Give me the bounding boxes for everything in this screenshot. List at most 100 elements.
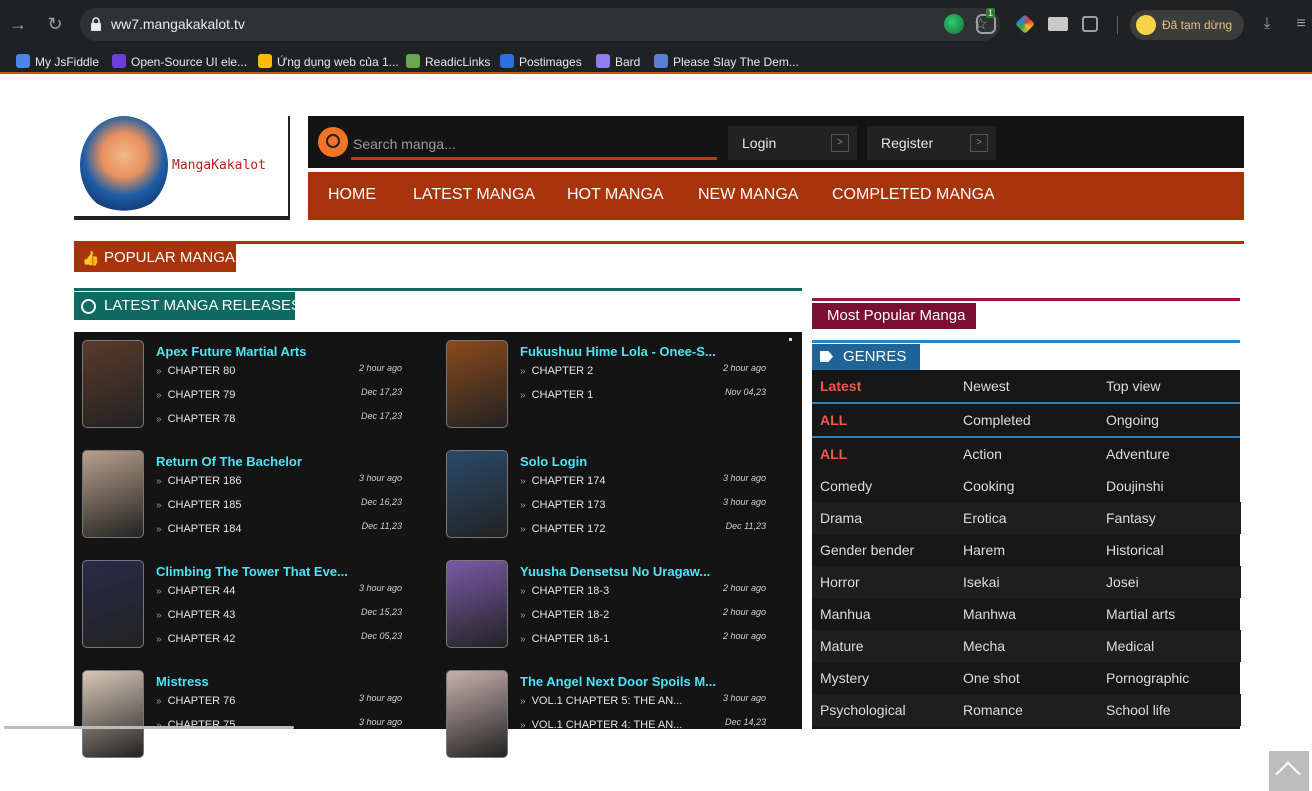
chapter-link[interactable]: » CHAPTER 80 — [156, 365, 235, 377]
chapter-link[interactable]: » VOL.1 CHAPTER 4: THE AN... — [520, 719, 682, 731]
genre-link[interactable]: Action — [955, 438, 1098, 470]
genre-link[interactable]: Drama — [812, 502, 955, 534]
color-picker-extension-icon[interactable] — [1015, 14, 1035, 34]
profile-button[interactable]: Đã tạm dừng — [1130, 10, 1244, 40]
manga-cover-thumbnail[interactable] — [82, 340, 144, 428]
manga-title-link[interactable]: Apex Future Martial Arts — [156, 344, 431, 359]
genre-link[interactable]: Historical — [1098, 534, 1241, 566]
nav-home[interactable]: HOME — [328, 186, 376, 204]
image-extension-icon[interactable] — [1048, 17, 1068, 31]
chapter-link[interactable]: » CHAPTER 18-1 — [520, 633, 609, 645]
chapter-link[interactable]: » CHAPTER 186 — [156, 475, 242, 487]
site-logo[interactable]: MangaKakalot — [74, 116, 290, 220]
shield-extension-icon[interactable]: 1 — [976, 8, 996, 34]
genre-link[interactable]: Manhwa — [955, 598, 1098, 630]
genre-link[interactable]: ALL — [812, 404, 955, 436]
genre-link[interactable]: Adventure — [1098, 438, 1241, 470]
genre-link[interactable]: Fantasy — [1098, 502, 1241, 534]
chapter-link[interactable]: » CHAPTER 1 — [520, 389, 593, 401]
chapter-link[interactable]: » CHAPTER 79 — [156, 389, 235, 401]
reload-icon[interactable]: ↻ — [43, 12, 67, 36]
manga-title-link[interactable]: Climbing The Tower That Eve... — [156, 564, 431, 579]
genre-link[interactable]: Medical — [1098, 630, 1241, 662]
genre-link[interactable]: One shot — [955, 662, 1098, 694]
genre-link[interactable]: Ongoing — [1098, 404, 1241, 436]
genre-link[interactable]: Doujinshi — [1098, 470, 1241, 502]
manga-cover-thumbnail[interactable] — [446, 340, 508, 428]
download-icon[interactable]: ⤓ — [1255, 12, 1279, 36]
chapter-link[interactable]: » CHAPTER 173 — [520, 499, 606, 511]
manga-cover-thumbnail[interactable] — [446, 670, 508, 758]
chapter-link[interactable]: » CHAPTER 185 — [156, 499, 242, 511]
genre-link[interactable]: Newest — [955, 370, 1098, 402]
genre-link[interactable]: Top view — [1098, 370, 1241, 402]
extensions-puzzle-icon[interactable] — [1082, 16, 1098, 32]
genre-link[interactable]: Josei — [1098, 566, 1241, 598]
genre-link[interactable]: Cooking — [955, 470, 1098, 502]
manga-cover-thumbnail[interactable] — [446, 450, 508, 538]
chapter-link[interactable]: » CHAPTER 18-3 — [520, 585, 609, 597]
register-button[interactable]: Register > — [867, 126, 996, 160]
chapter-link[interactable]: » CHAPTER 43 — [156, 609, 235, 621]
genre-link[interactable]: Manhua — [812, 598, 955, 630]
manga-title-link[interactable]: Yuusha Densetsu No Uragaw... — [520, 564, 795, 579]
chapter-link[interactable]: » CHAPTER 42 — [156, 633, 235, 645]
chapter-link[interactable]: » CHAPTER 78 — [156, 413, 235, 425]
bookmark-item[interactable]: My JsFiddle — [16, 54, 99, 69]
manga-cover-thumbnail[interactable] — [82, 670, 144, 758]
address-bar[interactable]: ww7.mangakakalot.tv ☆ — [80, 8, 1000, 41]
genre-link[interactable]: Gender bender — [812, 534, 955, 566]
scroll-to-top-button[interactable] — [1269, 751, 1309, 791]
genre-link[interactable]: Isekai — [955, 566, 1098, 598]
manga-title-link[interactable]: The Angel Next Door Spoils M... — [520, 674, 795, 689]
chapter-link[interactable]: » CHAPTER 76 — [156, 695, 235, 707]
genre-link[interactable]: Psychological — [812, 694, 955, 726]
genre-link[interactable]: Pornographic — [1098, 662, 1241, 694]
chapter-link[interactable]: » CHAPTER 184 — [156, 523, 242, 535]
dark-mode-extension-icon[interactable] — [944, 14, 964, 34]
search-icon[interactable] — [318, 127, 348, 157]
genre-link[interactable]: ALL — [812, 438, 955, 470]
genre-link[interactable]: Mystery — [812, 662, 955, 694]
genre-link[interactable]: Martial arts — [1098, 598, 1241, 630]
genre-link[interactable]: Horror — [812, 566, 955, 598]
bookmark-item[interactable]: ReadicLinks — [406, 54, 490, 69]
manga-cover-thumbnail[interactable] — [446, 560, 508, 648]
bookmark-item[interactable]: Postimages — [500, 54, 582, 69]
chapter-link[interactable]: »CHAPTER 75 — [156, 719, 235, 731]
manga-title-link[interactable]: Mistress — [156, 674, 431, 689]
menu-icon[interactable]: ≡ — [1289, 12, 1312, 36]
forward-icon[interactable]: → — [6, 12, 30, 36]
manga-cover-thumbnail[interactable] — [82, 560, 144, 648]
chapter-link[interactable]: » CHAPTER 172 — [520, 523, 606, 535]
bookmark-item[interactable]: Open-Source UI ele... — [112, 54, 247, 69]
nav-new-manga[interactable]: NEW MANGA — [698, 186, 798, 204]
genre-link[interactable]: Completed — [955, 404, 1098, 436]
chapter-link[interactable]: » CHAPTER 2 — [520, 365, 593, 377]
genre-link[interactable]: Harem — [955, 534, 1098, 566]
manga-cover-thumbnail[interactable] — [82, 450, 144, 538]
genre-link[interactable]: Mature — [812, 630, 955, 662]
login-button[interactable]: Login > — [728, 126, 857, 160]
genre-link[interactable]: Comedy — [812, 470, 955, 502]
bookmark-item[interactable]: Please Slay The Dem... — [654, 54, 799, 69]
chapter-link[interactable]: » CHAPTER 18-2 — [520, 609, 609, 621]
manga-title-link[interactable]: Fukushuu Hime Lola - Onee-S... — [520, 344, 795, 359]
search-input[interactable] — [351, 130, 717, 160]
chapter-link[interactable]: » VOL.1 CHAPTER 5: THE AN... — [520, 695, 682, 707]
manga-title-link[interactable]: Return Of The Bachelor — [156, 454, 431, 469]
genre-link[interactable]: Latest — [812, 370, 955, 402]
nav-hot-manga[interactable]: HOT MANGA — [567, 186, 664, 204]
genre-link[interactable]: Romance — [955, 694, 1098, 726]
bookmark-item[interactable]: Bard — [596, 54, 640, 69]
genre-link[interactable]: School life — [1098, 694, 1241, 726]
manga-title-link[interactable]: Solo Login — [520, 454, 795, 469]
genre-link[interactable]: Mecha — [955, 630, 1098, 662]
nav-completed-manga[interactable]: COMPLETED MANGA — [832, 186, 995, 204]
bookmark-item[interactable]: Ứng dụng web của 1... — [258, 54, 399, 69]
nav-latest-manga[interactable]: LATEST MANGA — [413, 186, 535, 204]
most-popular-label: Most Popular Manga — [827, 307, 966, 324]
chapter-link[interactable]: » CHAPTER 174 — [520, 475, 606, 487]
chapter-link[interactable]: » CHAPTER 44 — [156, 585, 235, 597]
genre-link[interactable]: Erotica — [955, 502, 1098, 534]
